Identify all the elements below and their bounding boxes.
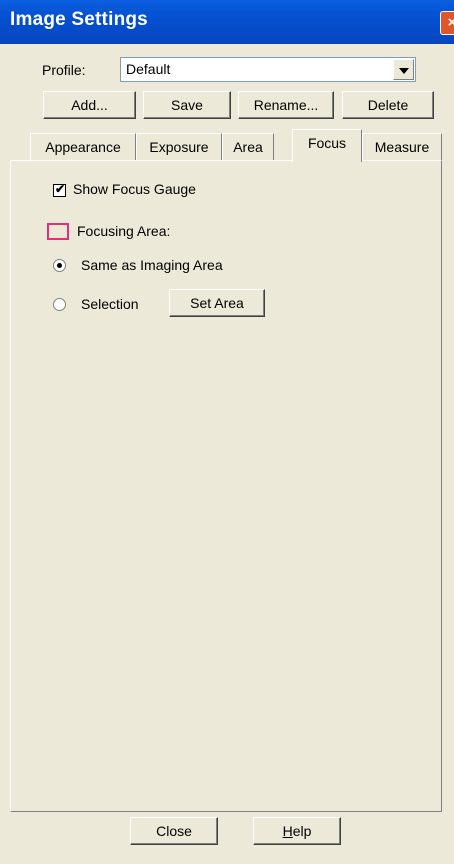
same-as-imaging-area-label: Same as Imaging Area <box>81 257 223 273</box>
help-label-rest: elp <box>292 823 312 839</box>
help-button[interactable]: Help <box>253 817 341 845</box>
focusing-area-color-icon <box>47 223 69 240</box>
title-bar[interactable]: Image Settings × <box>0 0 454 44</box>
close-window-icon[interactable]: × <box>440 11 454 35</box>
close-button[interactable]: Close <box>130 817 218 845</box>
checkmark-icon: ✔ <box>55 182 66 196</box>
tab-focus[interactable]: Focus <box>292 129 362 162</box>
tab-exposure[interactable]: Exposure <box>136 133 222 161</box>
selection-radio[interactable] <box>53 298 66 311</box>
same-as-imaging-area-radio[interactable] <box>53 259 66 272</box>
focus-tab-panel: ✔ Show Focus Gauge Focusing Area: Same a… <box>10 160 442 812</box>
show-focus-gauge-label: Show Focus Gauge <box>73 181 196 197</box>
profile-label: Profile: <box>42 62 86 78</box>
help-mnemonic: H <box>282 823 293 839</box>
tab-measure[interactable]: Measure <box>362 133 442 161</box>
set-area-button[interactable]: Set Area <box>169 289 265 317</box>
chevron-down-icon[interactable] <box>393 59 414 80</box>
profile-value: Default <box>126 61 171 77</box>
rename-button[interactable]: Rename... <box>238 91 334 119</box>
add-button[interactable]: Add... <box>43 91 136 119</box>
delete-button[interactable]: Delete <box>342 91 434 119</box>
window-title: Image Settings <box>10 9 148 30</box>
tab-appearance[interactable]: Appearance <box>30 133 136 161</box>
selection-label: Selection <box>81 296 139 312</box>
radio-selected-dot-icon <box>57 263 62 268</box>
focusing-area-label: Focusing Area: <box>77 223 171 239</box>
save-button[interactable]: Save <box>143 91 231 119</box>
show-focus-gauge-checkbox[interactable]: ✔ <box>53 182 66 197</box>
profile-select[interactable]: Default <box>120 57 416 82</box>
tab-area[interactable]: Area <box>222 133 274 161</box>
